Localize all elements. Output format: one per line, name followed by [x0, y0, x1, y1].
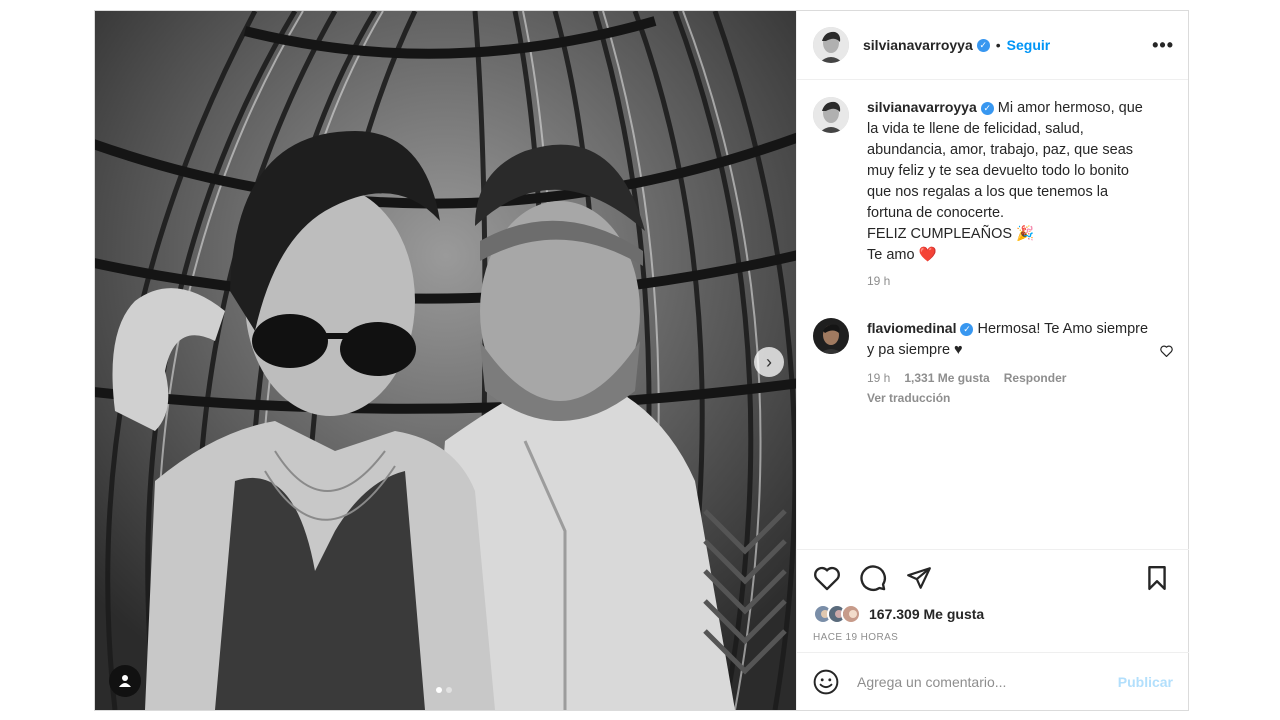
author-username[interactable]: silvianavarroyya — [863, 37, 973, 53]
publish-button[interactable]: Publicar — [1118, 674, 1173, 690]
commenter-avatar[interactable] — [813, 318, 849, 354]
comment-bubble-icon[interactable] — [859, 564, 887, 592]
caption-time: 19 h — [867, 274, 891, 288]
see-translation-button[interactable]: Ver traducción — [867, 391, 1152, 405]
posted-time[interactable]: HACE 19 HORAS — [813, 632, 1173, 643]
comment-likes[interactable]: 1,331 Me gusta — [904, 371, 989, 385]
carousel-dot — [446, 687, 452, 693]
bookmark-icon[interactable] — [1145, 565, 1169, 591]
author-avatar[interactable] — [813, 27, 849, 63]
carousel-indicator — [436, 687, 452, 693]
verified-badge-icon: ✓ — [980, 101, 994, 115]
verified-badge-icon: ✓ — [976, 38, 990, 52]
verified-badge-icon: ✓ — [960, 322, 974, 336]
caption-birthday-line: FELIZ CUMPLEAÑOS 🎉 — [867, 226, 1035, 242]
more-horizontal-icon[interactable]: ••• — [1152, 35, 1174, 56]
comment-time: 19 h — [867, 371, 891, 385]
heart-icon[interactable] — [813, 565, 841, 591]
instagram-post-modal: › silvianavarroyya ✓ • Seguir ••• silvia… — [94, 10, 1189, 711]
caption-love-line: Te amo ❤️ — [867, 247, 937, 263]
caption-author-avatar[interactable] — [813, 97, 849, 133]
tagged-users-button[interactable] — [109, 665, 141, 697]
caption-text: Mi amor hermoso, que la vida te llene de… — [867, 100, 1143, 221]
send-paper-plane-icon[interactable] — [905, 565, 933, 591]
likes-count[interactable]: 167.309 Me gusta — [869, 606, 984, 622]
comment-input[interactable] — [857, 673, 1118, 690]
post-details-panel: silvianavarroyya ✓ • Seguir ••• silviana… — [796, 11, 1189, 710]
comment-item: flaviomedinal ✓ Hermosa! Te Amo siempre y… — [813, 318, 1173, 405]
liker-avatar — [841, 604, 861, 624]
liker-avatars[interactable] — [813, 604, 861, 624]
commenter-username[interactable]: flaviomedinal — [867, 320, 956, 336]
post-photo[interactable]: › — [95, 11, 796, 710]
photo-image — [95, 11, 796, 710]
next-slide-button[interactable]: › — [754, 347, 784, 377]
follow-button[interactable]: Seguir — [1007, 37, 1051, 53]
post-header: silvianavarroyya ✓ • Seguir ••• — [797, 11, 1188, 80]
separator-dot: • — [995, 37, 1001, 53]
smiley-icon[interactable] — [813, 669, 839, 695]
caption-username[interactable]: silvianavarroyya — [867, 99, 977, 115]
comment-like-heart-icon[interactable] — [1160, 345, 1173, 360]
caption: silvianavarroyya ✓ Mi amor hermoso, que l… — [813, 97, 1173, 288]
chevron-right-icon: › — [766, 351, 772, 372]
post-actions: 167.309 Me gusta HACE 19 HORAS — [797, 549, 1189, 643]
carousel-dot-active — [436, 687, 442, 693]
comments-section[interactable]: silvianavarroyya ✓ Mi amor hermoso, que l… — [797, 81, 1189, 549]
user-tag-icon — [119, 675, 131, 687]
reply-button[interactable]: Responder — [1004, 371, 1067, 385]
add-comment-bar: Publicar — [797, 652, 1189, 710]
